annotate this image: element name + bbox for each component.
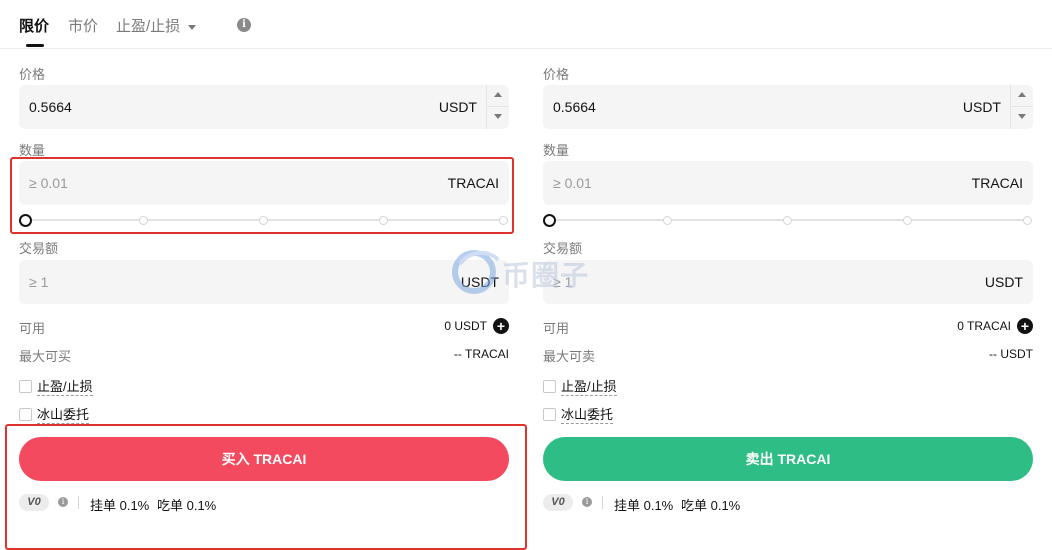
buy-amount-placeholder: ≥ 0.01 (29, 175, 68, 191)
slider-node-50[interactable] (259, 216, 268, 225)
price-decrement-button[interactable] (487, 107, 509, 128)
maker-fee: 挂单 0.1% (90, 498, 150, 513)
fee-divider (602, 496, 603, 509)
slider-node-50[interactable] (783, 216, 792, 225)
sell-total-placeholder: ≥ 1 (553, 274, 573, 290)
max-buy-label: 最大可买 (19, 349, 72, 364)
sell-amount-placeholder: ≥ 0.01 (553, 175, 592, 191)
buy-price-unit: USDT (438, 99, 477, 115)
chevron-up-icon (1018, 92, 1026, 97)
slider-node-25[interactable] (663, 216, 672, 225)
slider-node-100[interactable] (499, 216, 508, 225)
amount-label: 数量 (19, 143, 46, 158)
sell-total-input[interactable]: ≥ 1 USDT (543, 260, 1033, 304)
fee-info-icon[interactable]: i (58, 497, 68, 507)
price-decrement-button[interactable] (1011, 107, 1033, 128)
sell-panel: 价格 0.5664 USDT 数量 ≥ 0.01 TRACAI 交易额 ≥ 1 … (543, 0, 1033, 550)
buy-price-input[interactable]: 0.5664 USDT (19, 85, 509, 129)
tpsl-checkbox[interactable] (19, 380, 32, 393)
price-label: 价格 (19, 67, 46, 82)
buy-button[interactable]: 买入 TRACAI (19, 437, 509, 481)
iceberg-checkbox-label[interactable]: 冰山委托 (561, 407, 614, 424)
fee-info-icon[interactable]: i (582, 497, 592, 507)
sell-amount-input[interactable]: ≥ 0.01 TRACAI (543, 161, 1033, 205)
amount-label: 数量 (543, 143, 570, 158)
buy-total-placeholder: ≥ 1 (29, 274, 49, 290)
slider-node-75[interactable] (379, 216, 388, 225)
buy-total-input[interactable]: ≥ 1 USDT (19, 260, 509, 304)
price-increment-button[interactable] (487, 85, 509, 107)
taker-fee: 吃单 0.1% (157, 498, 217, 513)
sell-price-value: 0.5664 (553, 99, 596, 115)
max-sell-value: -- USDT (989, 347, 1033, 361)
max-buy-value: -- TRACAI (453, 347, 509, 361)
plus-icon[interactable]: + (1017, 318, 1033, 334)
tpsl-checkbox[interactable] (543, 380, 556, 393)
sell-price-input[interactable]: 0.5664 USDT (543, 85, 1033, 129)
available-label: 可用 (19, 321, 46, 336)
max-sell-label: 最大可卖 (543, 349, 596, 364)
sell-amount-unit: TRACAI (971, 175, 1023, 191)
sell-amount-slider[interactable] (543, 213, 1033, 227)
slider-node-100[interactable] (1023, 216, 1032, 225)
buy-panel: 价格 0.5664 USDT 数量 ≥ 0.01 TRACAI 交易额 ≥ 1 … (19, 0, 509, 550)
price-label: 价格 (543, 67, 570, 82)
sell-total-unit: USDT (984, 274, 1023, 290)
iceberg-checkbox[interactable] (19, 408, 32, 421)
slider-node-75[interactable] (903, 216, 912, 225)
chevron-down-icon (1018, 114, 1026, 119)
fee-row: V0 i 挂单 0.1% 吃单 0.1% (19, 493, 509, 513)
buy-price-value: 0.5664 (29, 99, 72, 115)
sell-price-unit: USDT (962, 99, 1001, 115)
slider-node-25[interactable] (139, 216, 148, 225)
buy-amount-input[interactable]: ≥ 0.01 TRACAI (19, 161, 509, 205)
maker-fee: 挂单 0.1% (614, 498, 674, 513)
fee-row: V0 i 挂单 0.1% 吃单 0.1% (543, 493, 1033, 513)
slider-thumb[interactable] (19, 214, 32, 227)
iceberg-checkbox-label[interactable]: 冰山委托 (37, 407, 90, 424)
vip-level-badge: V0 (543, 494, 573, 511)
plus-icon[interactable]: + (493, 318, 509, 334)
buy-amount-slider[interactable] (19, 213, 509, 227)
available-value: 0 USDT (444, 319, 487, 333)
buy-total-unit: USDT (460, 274, 499, 290)
available-value: 0 TRACAI (957, 319, 1011, 333)
chevron-up-icon (494, 92, 502, 97)
tpsl-checkbox-label[interactable]: 止盈/止损 (37, 379, 93, 396)
available-label: 可用 (543, 321, 570, 336)
price-stepper (486, 85, 509, 129)
taker-fee: 吃单 0.1% (681, 498, 741, 513)
buy-amount-unit: TRACAI (447, 175, 499, 191)
total-label: 交易额 (543, 241, 583, 256)
chevron-down-icon (494, 114, 502, 119)
sell-button[interactable]: 卖出 TRACAI (543, 437, 1033, 481)
vip-level-badge: V0 (19, 494, 49, 511)
fee-divider (78, 496, 79, 509)
price-increment-button[interactable] (1011, 85, 1033, 107)
price-stepper (1010, 85, 1033, 129)
iceberg-checkbox[interactable] (543, 408, 556, 421)
slider-thumb[interactable] (543, 214, 556, 227)
tpsl-checkbox-label[interactable]: 止盈/止损 (561, 379, 617, 396)
total-label: 交易额 (19, 241, 59, 256)
